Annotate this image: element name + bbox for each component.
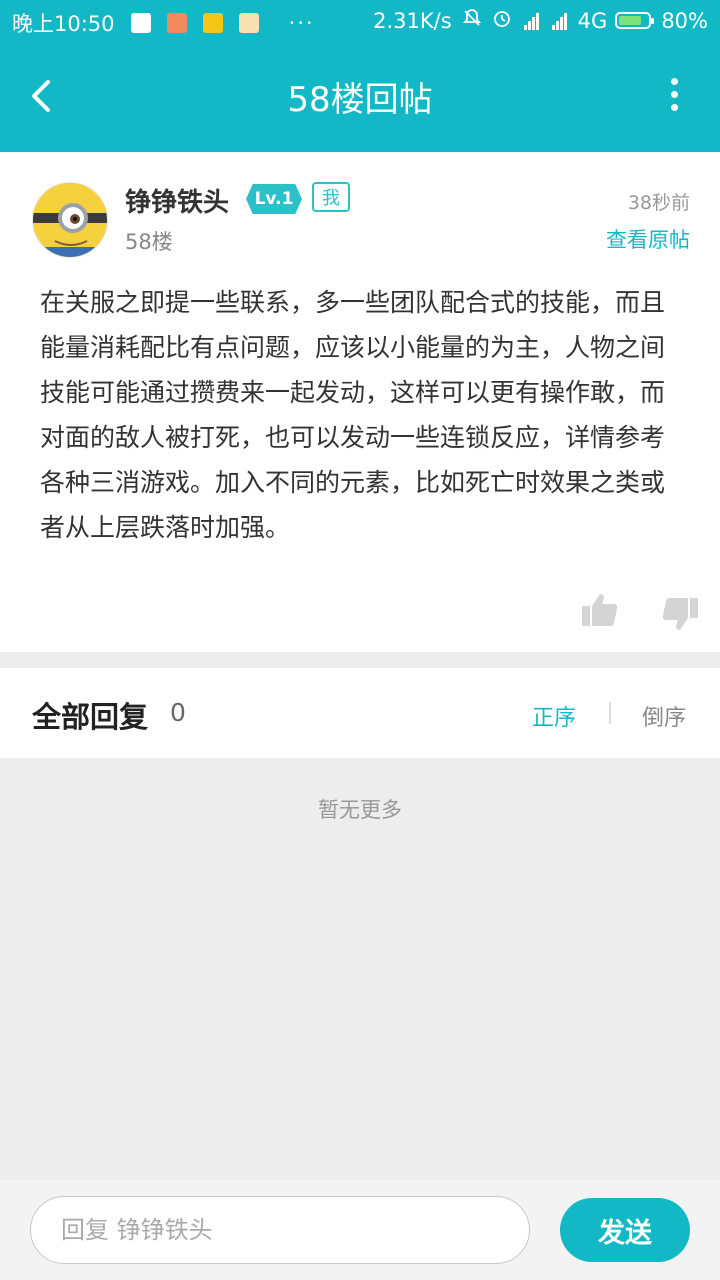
username[interactable]: 铮铮铁头 xyxy=(125,182,229,219)
battery-percent: 80% xyxy=(661,8,708,33)
battery-icon xyxy=(615,12,655,29)
alarm-icon xyxy=(492,8,512,33)
gift-app-icon xyxy=(238,13,259,33)
signal-icon-2 xyxy=(551,12,568,30)
net-speed: 2.31K/s xyxy=(373,8,452,33)
post-time: 38秒前 xyxy=(627,192,690,214)
avatar[interactable] xyxy=(32,182,108,258)
sort-divider xyxy=(609,702,611,724)
all-replies-title: 全部回复 xyxy=(32,700,149,734)
status-bar: 晚上10:50 ··· 2.31K/s 4G 80% xyxy=(0,0,720,44)
floor-number: 58楼 xyxy=(125,230,173,254)
thumbs-down-icon[interactable] xyxy=(660,596,700,632)
app-header: 58楼回帖 xyxy=(0,44,720,152)
send-button[interactable]: 发送 xyxy=(560,1198,690,1262)
sort-ascending-button[interactable]: 正序 xyxy=(532,700,576,732)
post-content: 在关服之即提一些联系，多一些团队配合式的技能，而且能量消耗配比有点问题，应该以小… xyxy=(40,288,666,542)
more-menu-icon[interactable] xyxy=(664,78,684,118)
signal-icon xyxy=(523,12,540,30)
mute-icon xyxy=(462,8,482,33)
status-time: 晚上10:50 xyxy=(12,12,115,36)
level-badge: Lv.1 xyxy=(246,184,302,214)
reply-bar: 发送 xyxy=(0,1180,720,1280)
mail-app-icon xyxy=(166,13,187,33)
network-type: 4G xyxy=(577,8,608,33)
post-card: 铮铮铁头 Lv.1 我 58楼 38秒前 查看原帖 在关服之即提一些联系，多一些… xyxy=(0,152,720,652)
view-original-link[interactable]: 查看原帖 xyxy=(606,224,690,254)
me-badge: 我 xyxy=(312,182,350,212)
qq-app-icon xyxy=(202,13,223,33)
page-title: 58楼回帖 xyxy=(287,80,433,120)
reply-input[interactable] xyxy=(30,1196,530,1264)
replies-header: 全部回复 0 正序 倒序 xyxy=(0,668,720,758)
more-notifications-icon: ··· xyxy=(288,11,315,35)
thumbs-up-icon[interactable] xyxy=(580,592,620,628)
sort-descending-button[interactable]: 倒序 xyxy=(642,700,686,732)
video-app-icon xyxy=(130,13,151,33)
replies-count: 0 xyxy=(170,698,186,727)
empty-replies-text: 暂无更多 xyxy=(318,798,402,822)
